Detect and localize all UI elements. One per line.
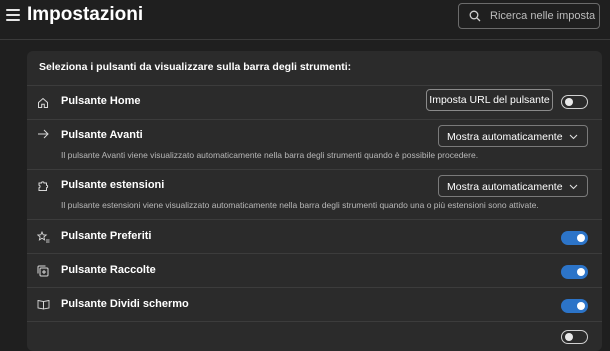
split-screen-icon: [37, 299, 50, 310]
setting-label-split-screen: Pulsante Dividi schermo: [61, 298, 189, 310]
home-button-toggle[interactable]: [561, 95, 588, 109]
collections-icon: [37, 265, 49, 277]
forward-button-visibility-select[interactable]: Mostra automaticamente: [438, 125, 588, 147]
favorites-toggle[interactable]: [561, 231, 588, 245]
chevron-down-icon: [569, 134, 578, 140]
setting-row-favorites: Pulsante Preferiti: [27, 219, 602, 254]
arrow-right-icon: [38, 129, 49, 139]
header-divider: [0, 39, 610, 40]
setting-description-extensions: Il pulsante estensioni viene visualizzat…: [61, 200, 539, 210]
home-icon: [38, 97, 48, 108]
setting-row-forward: Pulsante Avanti Il pulsante Avanti viene…: [27, 119, 602, 170]
setting-row-extensions: Pulsante estensioni Il pulsante estensio…: [27, 169, 602, 220]
setting-row-split-screen: Pulsante Dividi schermo: [27, 287, 602, 322]
select-value: Mostra automaticamente: [447, 131, 563, 143]
setting-label-home: Pulsante Home: [61, 95, 141, 107]
puzzle-icon: [38, 181, 49, 191]
setting-label-extensions: Pulsante estensioni: [61, 179, 165, 191]
setting-label-favorites: Pulsante Preferiti: [61, 230, 152, 242]
next-setting-toggle[interactable]: [561, 330, 588, 344]
split-screen-toggle[interactable]: [561, 299, 588, 313]
search-input[interactable]: [490, 7, 596, 25]
setting-description-forward: Il pulsante Avanti viene visualizzato au…: [61, 150, 479, 160]
setting-row-collections: Pulsante Raccolte: [27, 253, 602, 288]
page-title: Impostazioni: [27, 4, 144, 25]
search-icon: [469, 10, 481, 22]
star-list-icon: [37, 231, 50, 243]
header: Impostazioni: [0, 0, 610, 38]
extensions-button-visibility-select[interactable]: Mostra automaticamente: [438, 175, 588, 197]
toolbar-buttons-card: Seleziona i pulsanti da visualizzare sul…: [27, 51, 602, 351]
hamburger-menu-icon[interactable]: [6, 9, 20, 21]
setting-row-next: [27, 321, 602, 351]
set-home-url-button[interactable]: Imposta URL del pulsante: [426, 89, 553, 111]
setting-label-collections: Pulsante Raccolte: [61, 264, 156, 276]
chevron-down-icon: [569, 184, 578, 190]
collections-toggle[interactable]: [561, 265, 588, 279]
section-title: Seleziona i pulsanti da visualizzare sul…: [39, 61, 352, 73]
setting-label-forward: Pulsante Avanti: [61, 129, 143, 141]
search-box[interactable]: [458, 3, 600, 29]
select-value: Mostra automaticamente: [447, 181, 563, 193]
